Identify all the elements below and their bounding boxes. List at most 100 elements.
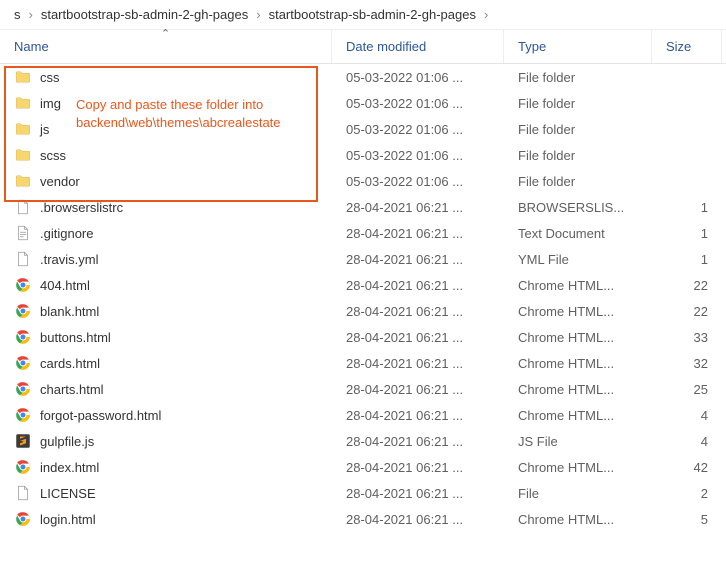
file-type-cell: File folder xyxy=(504,168,652,194)
file-row[interactable]: 404.html 28-04-2021 06:21 ...Chrome HTML.… xyxy=(0,272,726,298)
file-type-cell: YML File xyxy=(504,246,652,272)
file-row[interactable]: blank.html28-04-2021 06:21 ...Chrome HTM… xyxy=(0,298,726,324)
header-type[interactable]: Type xyxy=(504,30,652,63)
file-name-cell[interactable]: 404.html xyxy=(0,272,332,298)
file-name-text: charts.html xyxy=(40,382,104,397)
file-date-cell: 28-04-2021 06:21 ... xyxy=(332,324,504,350)
chevron-right-icon: › xyxy=(256,7,260,22)
file-name-cell[interactable]: login.html xyxy=(0,506,332,532)
folder-icon xyxy=(14,146,32,164)
breadcrumb-seg-0[interactable]: s xyxy=(8,5,27,24)
file-name-cell[interactable]: scss xyxy=(0,142,332,168)
chrome-icon xyxy=(14,354,32,372)
file-name-cell[interactable]: index.html xyxy=(0,454,332,480)
folder-icon xyxy=(14,94,32,112)
header-name[interactable]: ⌃ Name xyxy=(0,30,332,63)
file-name-text: forgot-password.html xyxy=(40,408,161,423)
file-row[interactable]: gulpfile.js28-04-2021 06:21 ...JS File4 xyxy=(0,428,726,454)
file-name-cell[interactable]: LICENSE xyxy=(0,480,332,506)
file-name-cell[interactable]: gulpfile.js xyxy=(0,428,332,454)
file-row[interactable]: vendor05-03-2022 01:06 ...File folder xyxy=(0,168,726,194)
header-date-modified[interactable]: Date modified xyxy=(332,30,504,63)
file-size-cell: 22 xyxy=(652,298,722,324)
sort-ascending-icon: ⌃ xyxy=(161,27,170,40)
breadcrumb[interactable]: s › startbootstrap-sb-admin-2-gh-pages ›… xyxy=(0,0,726,30)
file-row[interactable]: forgot-password.html28-04-2021 06:21 ...… xyxy=(0,402,726,428)
file-name-cell[interactable]: charts.html xyxy=(0,376,332,402)
file-name-cell[interactable]: .browserslistrc xyxy=(0,194,332,220)
file-name-text: .browserslistrc xyxy=(40,200,123,215)
file-type-cell: Chrome HTML... xyxy=(504,402,652,428)
header-size[interactable]: Size xyxy=(652,30,722,63)
file-date-cell: 28-04-2021 06:21 ... xyxy=(332,376,504,402)
file-size-cell: 22 xyxy=(652,272,722,298)
file-row[interactable]: scss05-03-2022 01:06 ...File folder xyxy=(0,142,726,168)
folder-icon xyxy=(14,68,32,86)
file-name-cell[interactable]: blank.html xyxy=(0,298,332,324)
file-name-cell[interactable]: buttons.html xyxy=(0,324,332,350)
file-size-cell: 4 xyxy=(652,402,722,428)
chevron-right-icon: › xyxy=(484,7,488,22)
file-size-cell xyxy=(652,90,722,116)
file-size-cell: 1 xyxy=(652,220,722,246)
file-type-cell: Text Document xyxy=(504,220,652,246)
chrome-icon xyxy=(14,406,32,424)
file-icon xyxy=(14,484,32,502)
breadcrumb-seg-1[interactable]: startbootstrap-sb-admin-2-gh-pages xyxy=(35,5,254,24)
breadcrumb-seg-2[interactable]: startbootstrap-sb-admin-2-gh-pages xyxy=(263,5,482,24)
file-name-cell[interactable]: css xyxy=(0,64,332,90)
file-name-text: LICENSE xyxy=(40,486,96,501)
file-name-cell[interactable]: cards.html xyxy=(0,350,332,376)
file-row[interactable]: buttons.html28-04-2021 06:21 ...Chrome H… xyxy=(0,324,726,350)
file-row[interactable]: .travis.yml28-04-2021 06:21 ...YML File1 xyxy=(0,246,726,272)
file-name-text: scss xyxy=(40,148,66,163)
file-row[interactable]: charts.html28-04-2021 06:21 ...Chrome HT… xyxy=(0,376,726,402)
file-date-cell: 28-04-2021 06:21 ... xyxy=(332,272,504,298)
file-date-cell: 28-04-2021 06:21 ... xyxy=(332,194,504,220)
file-name-cell[interactable]: forgot-password.html xyxy=(0,402,332,428)
file-date-cell: 05-03-2022 01:06 ... xyxy=(332,116,504,142)
file-date-cell: 05-03-2022 01:06 ... xyxy=(332,142,504,168)
header-type-label: Type xyxy=(518,39,546,54)
file-row[interactable]: js05-03-2022 01:06 ...File folder xyxy=(0,116,726,142)
folder-icon xyxy=(14,120,32,138)
file-date-cell: 28-04-2021 06:21 ... xyxy=(332,246,504,272)
file-row[interactable]: img05-03-2022 01:06 ...File folder xyxy=(0,90,726,116)
file-row[interactable]: LICENSE28-04-2021 06:21 ...File2 xyxy=(0,480,726,506)
file-size-cell: 25 xyxy=(652,376,722,402)
file-row[interactable]: index.html28-04-2021 06:21 ...Chrome HTM… xyxy=(0,454,726,480)
file-type-cell: File folder xyxy=(504,90,652,116)
file-name-cell[interactable]: .travis.yml xyxy=(0,246,332,272)
file-size-cell xyxy=(652,64,722,90)
file-size-cell: 1 xyxy=(652,194,722,220)
chrome-icon xyxy=(14,458,32,476)
file-list: Copy and paste these folder into backend… xyxy=(0,64,726,532)
file-row[interactable]: css05-03-2022 01:06 ...File folder xyxy=(0,64,726,90)
folder-icon xyxy=(14,172,32,190)
file-row[interactable]: cards.html28-04-2021 06:21 ...Chrome HTM… xyxy=(0,350,726,376)
file-date-cell: 28-04-2021 06:21 ... xyxy=(332,350,504,376)
file-row[interactable]: .browserslistrc28-04-2021 06:21 ...BROWS… xyxy=(0,194,726,220)
file-type-cell: Chrome HTML... xyxy=(504,272,652,298)
file-date-cell: 05-03-2022 01:06 ... xyxy=(332,90,504,116)
file-name-text: 404.html xyxy=(40,278,90,293)
chrome-icon xyxy=(14,276,32,294)
file-row[interactable]: .gitignore28-04-2021 06:21 ...Text Docum… xyxy=(0,220,726,246)
file-name-text: css xyxy=(40,70,60,85)
file-name-cell[interactable]: vendor xyxy=(0,168,332,194)
file-type-cell: Chrome HTML... xyxy=(504,298,652,324)
file-type-cell: Chrome HTML... xyxy=(504,350,652,376)
file-name-cell[interactable]: js xyxy=(0,116,332,142)
chrome-icon xyxy=(14,328,32,346)
file-type-cell: Chrome HTML... xyxy=(504,506,652,532)
file-size-cell: 4 xyxy=(652,428,722,454)
file-size-cell xyxy=(652,168,722,194)
file-type-cell: File folder xyxy=(504,116,652,142)
chrome-icon xyxy=(14,510,32,528)
file-size-cell xyxy=(652,142,722,168)
file-row[interactable]: login.html28-04-2021 06:21 ...Chrome HTM… xyxy=(0,506,726,532)
sublime-icon xyxy=(14,432,32,450)
file-name-cell[interactable]: .gitignore xyxy=(0,220,332,246)
file-size-cell xyxy=(652,116,722,142)
file-name-cell[interactable]: img xyxy=(0,90,332,116)
